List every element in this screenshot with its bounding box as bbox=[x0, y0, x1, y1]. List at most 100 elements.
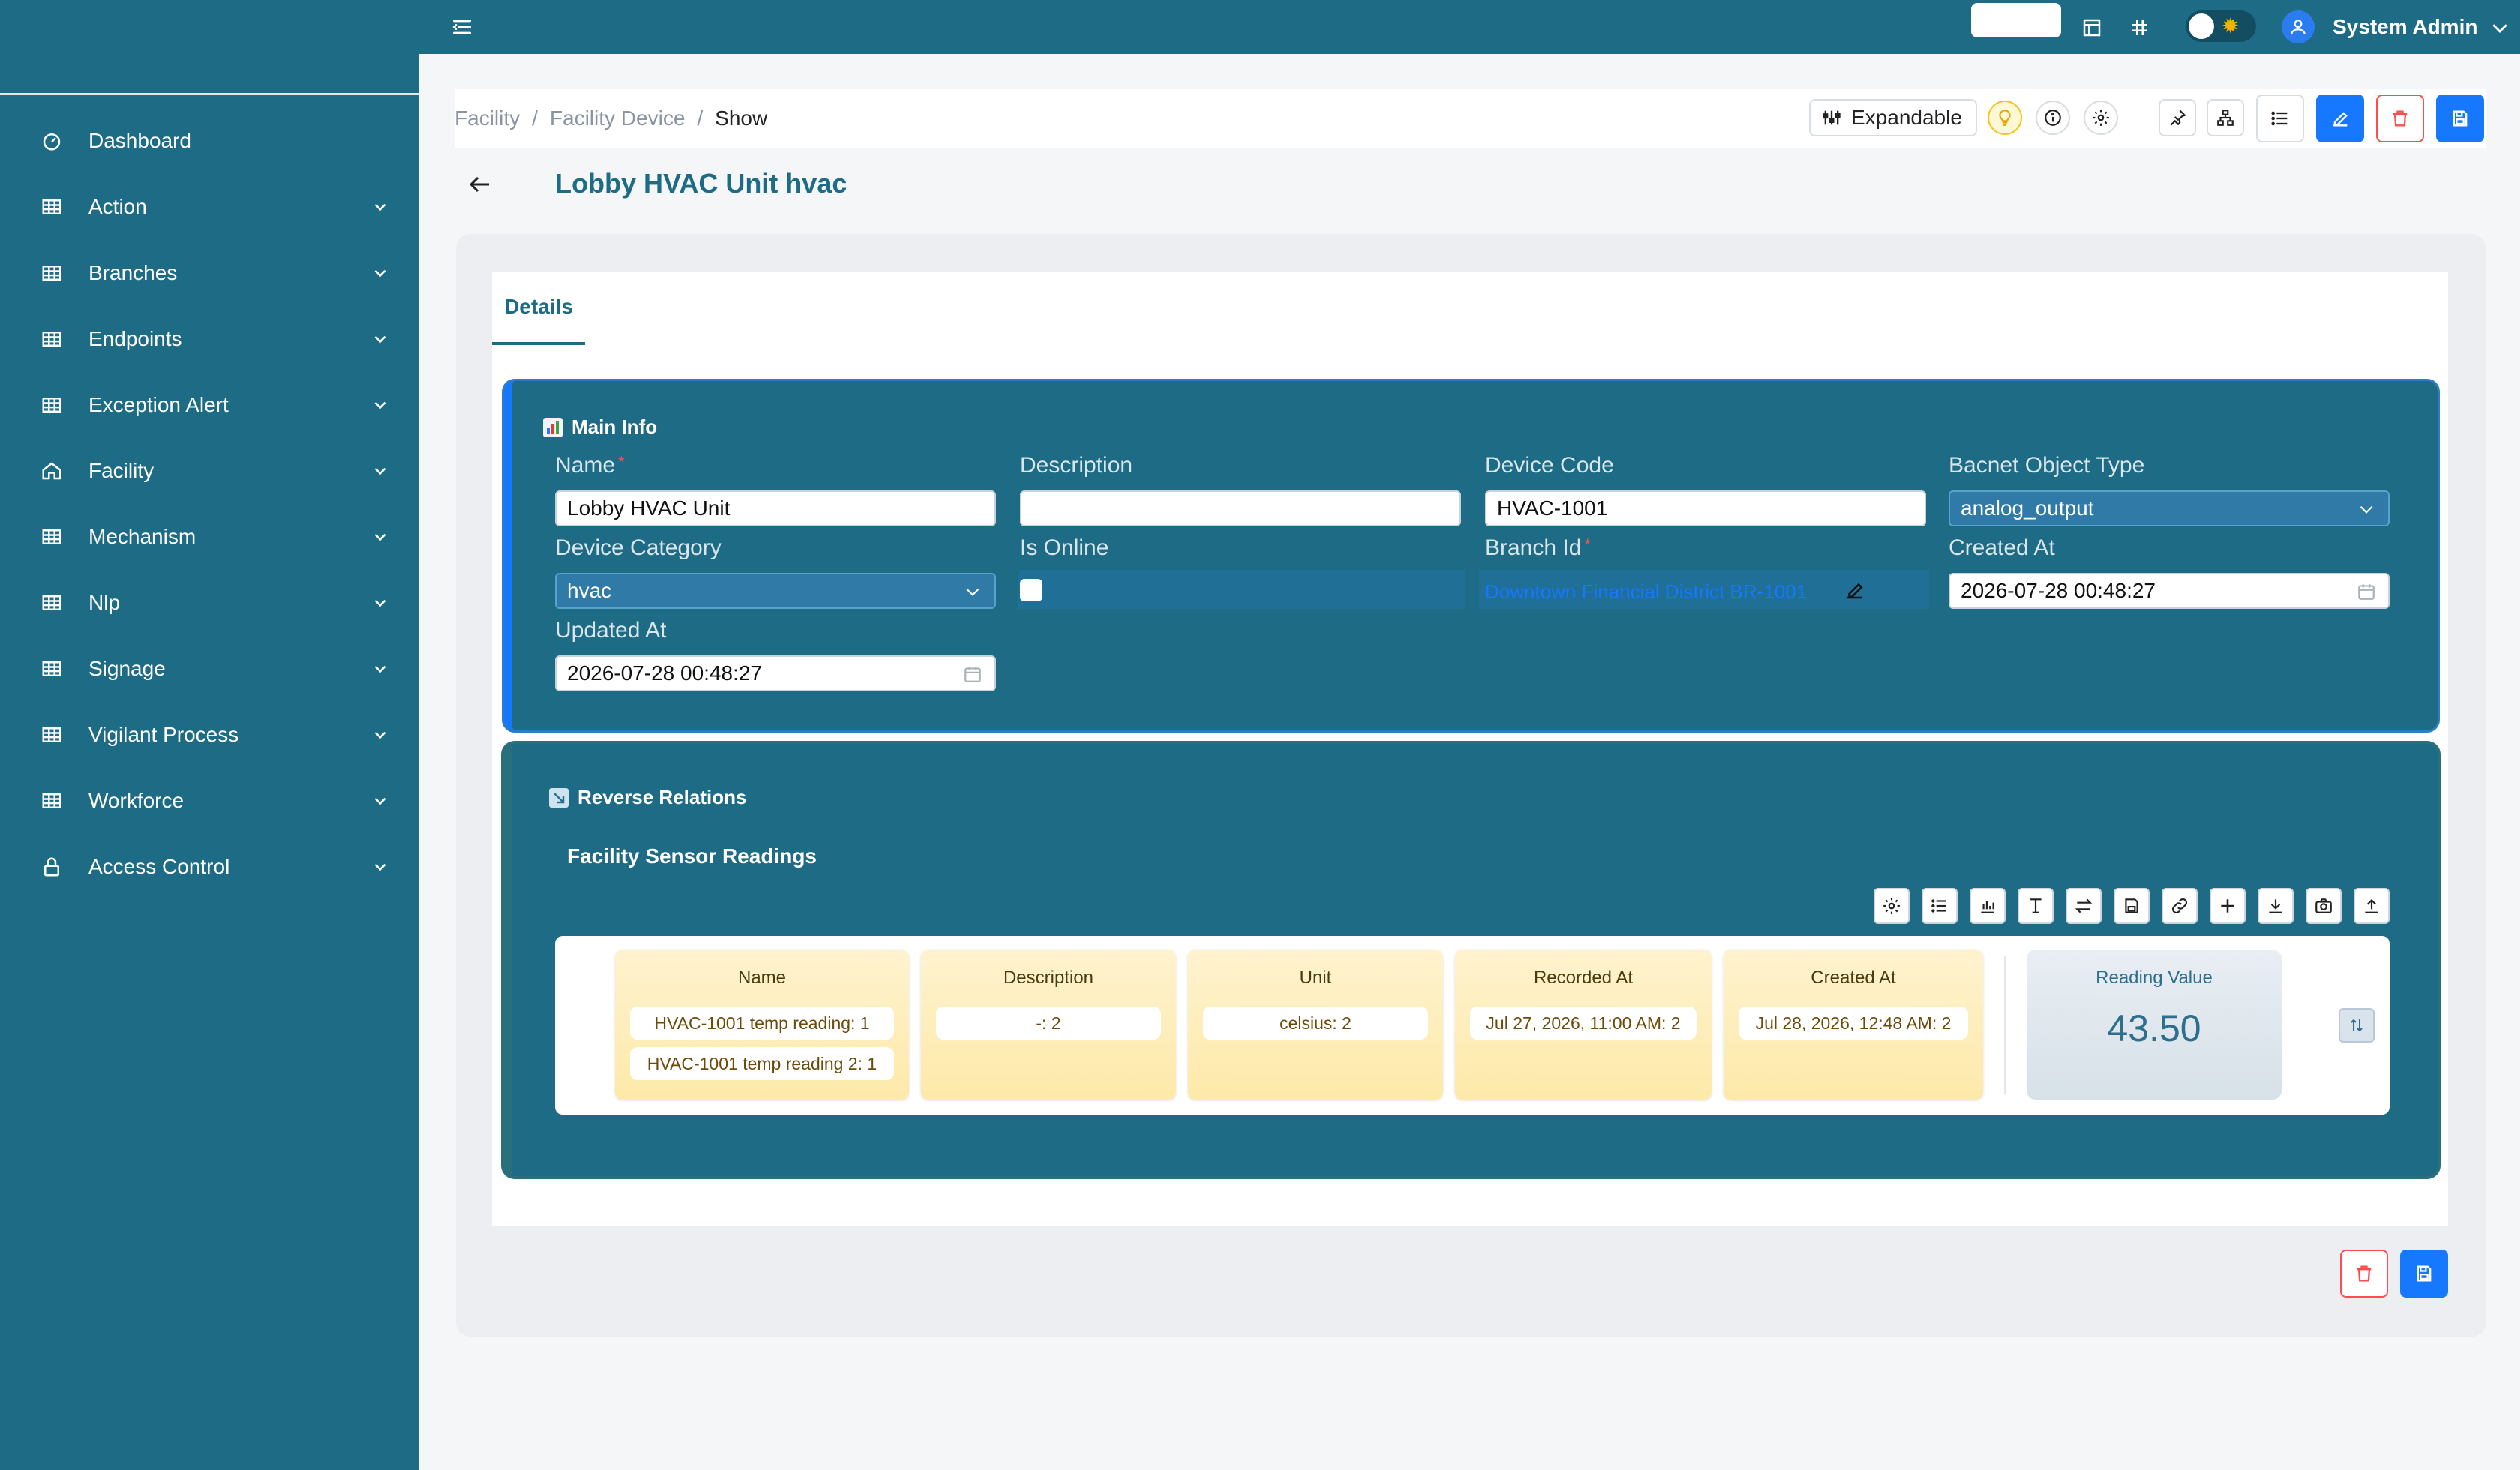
description-field[interactable] bbox=[1020, 490, 1461, 526]
calendar-icon bbox=[964, 667, 981, 682]
lightbulb-icon[interactable] bbox=[1988, 100, 2022, 135]
breadcrumb-item[interactable]: Facility bbox=[454, 106, 520, 130]
sidebar-item-vigilant-process[interactable]: Vigilant Process bbox=[0, 702, 418, 768]
column-value-pill[interactable]: HVAC-1001 temp reading 2: 1 bbox=[630, 1047, 894, 1080]
is-online-checkbox[interactable] bbox=[1020, 579, 1042, 602]
edit-button[interactable] bbox=[2316, 94, 2364, 142]
breadcrumb-separator: / bbox=[532, 106, 538, 130]
page-title: Lobby HVAC Unit hvac bbox=[555, 168, 848, 199]
tab-details[interactable]: Details bbox=[492, 272, 585, 345]
column-value-pill[interactable]: Jul 27, 2026, 11:00 AM: 2 bbox=[1470, 1006, 1696, 1040]
is-online-cell bbox=[1018, 570, 1466, 609]
camera-icon[interactable] bbox=[2306, 888, 2342, 924]
column-value-pill[interactable]: HVAC-1001 temp reading: 1 bbox=[630, 1006, 894, 1040]
chevron-down-icon bbox=[369, 196, 392, 218]
sidebar-item-label: Workforce bbox=[88, 789, 184, 812]
sidebar-item-facility[interactable]: Facility bbox=[0, 438, 418, 504]
home-icon bbox=[39, 458, 64, 484]
reverse-relations-title: Reverse Relations bbox=[549, 786, 746, 809]
sidebar-item-branches[interactable]: Branches bbox=[0, 240, 418, 306]
top-bar: ✹ System Admin bbox=[418, 0, 2520, 54]
expandable-label: Expandable bbox=[1851, 106, 1962, 129]
table-icon bbox=[39, 524, 64, 550]
sidebar-item-signage[interactable]: Signage bbox=[0, 636, 418, 702]
sidebar-item-mechanism[interactable]: Mechanism bbox=[0, 504, 418, 570]
delete-button[interactable] bbox=[2376, 94, 2424, 142]
sort-icon[interactable] bbox=[2338, 1008, 2374, 1042]
table-icon bbox=[39, 656, 64, 682]
sidebar-item-action[interactable]: Action bbox=[0, 174, 418, 240]
grid-icon[interactable] bbox=[2128, 16, 2151, 39]
arrow-down-right-icon bbox=[549, 788, 568, 808]
toggle-knob bbox=[2188, 14, 2214, 39]
chevron-down-icon bbox=[369, 856, 392, 878]
text-height-icon[interactable] bbox=[2018, 888, 2054, 924]
back-arrow-icon[interactable] bbox=[466, 171, 494, 198]
column-header: Name bbox=[737, 968, 787, 988]
table-icon bbox=[39, 590, 64, 616]
search-box[interactable] bbox=[1971, 3, 2061, 38]
branch-id-link[interactable]: Downtown Financial District BR-1001 bbox=[1485, 580, 1807, 604]
breadcrumb-separator: / bbox=[697, 106, 704, 130]
plus-icon[interactable] bbox=[2210, 888, 2246, 924]
device-category-label: Device Category bbox=[555, 536, 722, 560]
bar-chart-icon[interactable] bbox=[1970, 888, 2006, 924]
reading-value-number: 43.50 bbox=[2107, 1007, 2201, 1049]
pin-icon[interactable] bbox=[2158, 99, 2196, 136]
device-category-select[interactable]: hvac bbox=[555, 573, 996, 609]
user-name[interactable]: System Admin bbox=[2332, 15, 2477, 39]
bacnet-object-type-label: Bacnet Object Type bbox=[1948, 453, 2145, 478]
table-icon bbox=[39, 326, 64, 352]
bacnet-object-type-select[interactable]: analog_output bbox=[1948, 490, 2390, 526]
created-at-field[interactable]: 2026-07-28 00:48:27 bbox=[1948, 573, 2390, 609]
device-category-value: hvac bbox=[567, 579, 612, 602]
settings-icon[interactable] bbox=[2084, 100, 2118, 135]
calendar-icon bbox=[2358, 584, 2374, 600]
created-at-value: 2026-07-28 00:48:27 bbox=[1960, 579, 2156, 602]
link-icon[interactable] bbox=[2162, 888, 2198, 924]
column-value-pill[interactable]: -: 2 bbox=[936, 1006, 1161, 1040]
user-avatar[interactable] bbox=[2282, 10, 2314, 44]
list-icon[interactable] bbox=[1922, 888, 1958, 924]
chevron-down-icon bbox=[369, 658, 392, 680]
save-button[interactable] bbox=[2436, 94, 2484, 142]
sidebar-item-workforce[interactable]: Workforce bbox=[0, 768, 418, 834]
theme-toggle[interactable]: ✹ bbox=[2186, 10, 2256, 42]
sidebar-item-endpoints[interactable]: Endpoints bbox=[0, 306, 418, 372]
breadcrumb-item[interactable]: Facility Device bbox=[550, 106, 685, 130]
settings-icon[interactable] bbox=[1874, 888, 1910, 924]
device-code-field[interactable]: HVAC-1001 bbox=[1485, 490, 1926, 526]
save-button[interactable] bbox=[2400, 1250, 2448, 1298]
swap-icon[interactable] bbox=[2066, 888, 2102, 924]
sidebar-item-exception-alert[interactable]: Exception Alert bbox=[0, 372, 418, 438]
column-value-pill[interactable]: celsius: 2 bbox=[1203, 1006, 1428, 1040]
edit-icon[interactable] bbox=[1844, 579, 1866, 602]
main-info-title-text: Main Info bbox=[572, 416, 658, 438]
branch-id-label: Branch Id * bbox=[1485, 536, 1591, 561]
hierarchy-icon[interactable] bbox=[2206, 99, 2244, 136]
required-marker: * bbox=[1584, 536, 1591, 554]
sidebar-item-nlp[interactable]: Nlp bbox=[0, 570, 418, 636]
menu-toggle-icon[interactable] bbox=[450, 15, 474, 39]
download-icon[interactable] bbox=[2258, 888, 2294, 924]
delete-button[interactable] bbox=[2340, 1250, 2388, 1298]
chevron-down-icon[interactable] bbox=[2488, 16, 2511, 39]
updated-at-field[interactable]: 2026-07-28 00:48:27 bbox=[555, 656, 996, 692]
layout-icon[interactable] bbox=[2080, 16, 2103, 39]
divider bbox=[2004, 956, 2006, 1094]
facility-sensor-readings-title: Facility Sensor Readings bbox=[567, 844, 817, 868]
info-icon[interactable] bbox=[2036, 100, 2070, 135]
sidebar-item-dashboard[interactable]: Dashboard bbox=[0, 108, 418, 174]
upload-icon[interactable] bbox=[2354, 888, 2390, 924]
sidebar-item-label: Nlp bbox=[88, 591, 121, 614]
chevron-down-icon bbox=[966, 588, 980, 596]
save-icon[interactable] bbox=[2114, 888, 2150, 924]
expandable-button[interactable]: Expandable bbox=[1809, 99, 1977, 136]
sidebar-item-label: Signage bbox=[88, 657, 166, 680]
column-value-pill[interactable]: Jul 28, 2026, 12:48 AM: 2 bbox=[1738, 1006, 1968, 1040]
list-icon[interactable] bbox=[2256, 94, 2304, 142]
column-card-created-at: Created At Jul 28, 2026, 12:48 AM: 2 bbox=[1724, 950, 1983, 1100]
name-field[interactable]: Lobby HVAC Unit bbox=[555, 490, 996, 526]
sidebar-item-access-control[interactable]: Access Control bbox=[0, 834, 418, 900]
chevron-down-icon bbox=[369, 394, 392, 416]
